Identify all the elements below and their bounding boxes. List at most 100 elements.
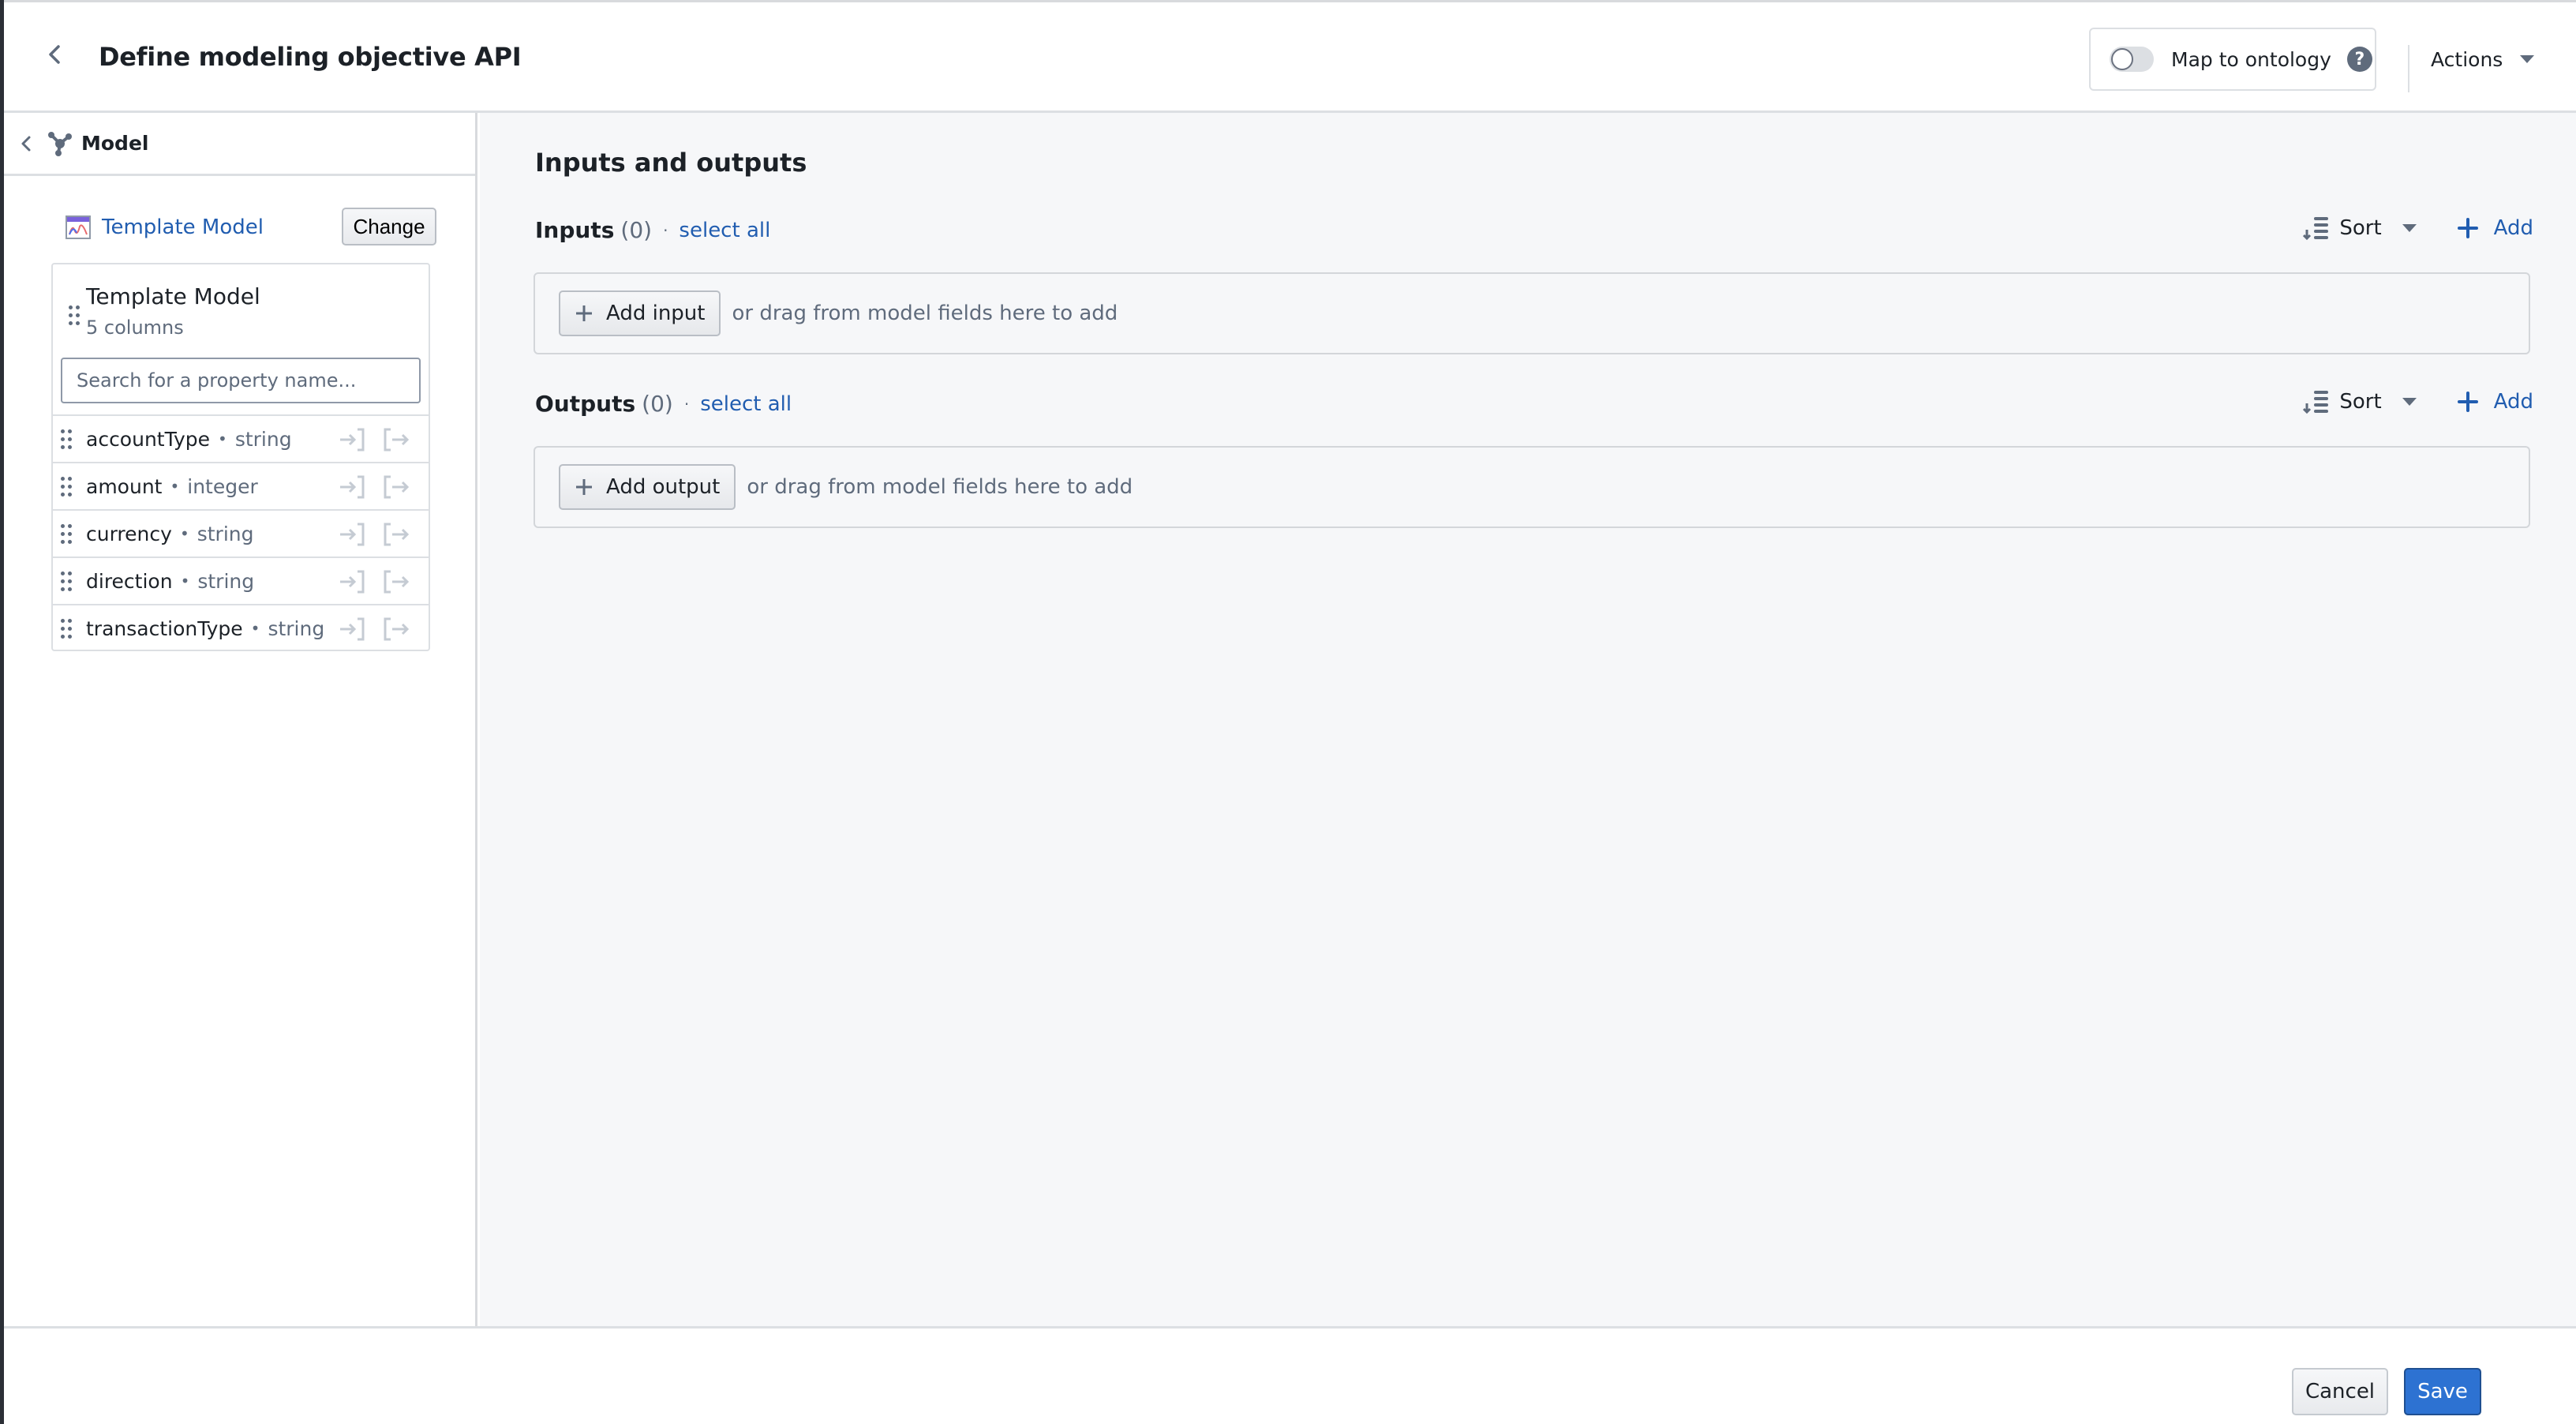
inputs-tools: Sort Add [2303,215,2533,241]
sidebar-section-label: Model [81,132,149,155]
inputs-count: (0) [620,217,653,243]
drag-handle-icon[interactable] [69,305,80,325]
inputs-select-all-link[interactable]: select all [679,219,770,242]
actions-label: Actions [2431,47,2503,71]
add-as-input-icon[interactable] [339,522,365,547]
inputs-outputs-panel: Inputs and outputs Inputs (0) · select a… [480,113,2576,1326]
inputs-label: Inputs [535,217,615,243]
add-as-input-icon[interactable] [339,427,365,452]
add-as-input-icon[interactable] [339,474,365,500]
chevron-left-icon [49,45,60,64]
back-button[interactable] [39,39,70,70]
add-output-label: Add output [606,475,721,499]
field-actions [339,616,410,642]
add-input-label: Add input [606,302,706,325]
model-fields-card: Template Model 5 columns accountType • s… [51,263,430,651]
plus-icon [2457,218,2478,238]
caret-down-icon [2402,398,2417,406]
window-left-edge [0,0,4,1424]
drag-handle-icon[interactable] [61,571,72,591]
add-label: Add [2493,390,2533,414]
sort-label: Sort [2339,390,2382,414]
separator-dot: · [663,220,668,240]
caret-down-icon [2402,224,2417,232]
sort-icon [2303,217,2329,241]
map-to-ontology-toggle[interactable] [2110,47,2154,72]
sidebar-header: Model [4,113,475,176]
field-name: direction [86,569,173,593]
model-graph-icon [48,131,72,156]
help-icon[interactable]: ? [2346,47,2372,72]
drag-handle-icon[interactable] [61,523,72,544]
field-row[interactable]: transactionType • string [53,604,429,651]
field-name: amount [86,474,163,498]
drag-handle-icon[interactable] [61,618,72,639]
save-button[interactable]: Save [2404,1368,2481,1415]
add-as-output-icon[interactable] [383,427,410,452]
outputs-drop-hint: or drag from model fields here to add [747,475,1133,499]
caret-down-icon [2520,55,2535,63]
separator-dot: • [180,571,190,590]
inputs-add-button[interactable]: Add [2457,216,2533,240]
separator-dot: · [683,394,690,414]
outputs-count: (0) [642,391,673,417]
separator-dot: • [250,619,260,638]
plus-icon [576,305,592,321]
inputs-drop-hint: or drag from model fields here to add [732,302,1118,325]
field-name: currency [86,522,172,545]
model-card-column-count: 5 columns [86,317,184,339]
toggle-knob [2111,48,2133,70]
field-row[interactable]: amount • integer [53,462,429,509]
add-as-input-icon[interactable] [339,569,365,594]
outputs-section-header: Outputs (0) · select all [535,391,792,417]
field-type: string [197,522,254,545]
inputs-sort-button[interactable]: Sort [2303,215,2417,241]
chevron-left-icon[interactable] [20,134,32,153]
add-output-button[interactable]: Add output [559,464,736,510]
header-divider [2408,45,2409,92]
property-search-input[interactable] [61,358,421,403]
inputs-drop-zone[interactable]: Add input or drag from model fields here… [534,272,2530,354]
outputs-tools: Sort Add [2303,389,2533,414]
add-as-output-icon[interactable] [383,474,410,500]
outputs-select-all-link[interactable]: select all [700,392,792,416]
main-title: Inputs and outputs [535,148,807,178]
drag-handle-icon[interactable] [61,429,72,449]
map-to-ontology-label: Map to ontology [2171,47,2331,71]
outputs-drop-zone[interactable]: Add output or drag from model fields her… [534,446,2530,528]
cancel-button[interactable]: Cancel [2292,1368,2388,1415]
add-as-input-icon[interactable] [339,616,365,642]
map-to-ontology-control: Map to ontology ? [2089,28,2376,91]
outputs-sort-button[interactable]: Sort [2303,389,2417,414]
field-name: transactionType [86,616,243,640]
separator-dot: • [218,429,227,448]
model-sidebar: Model Template Model Change Template Mod… [4,113,477,1326]
model-template-icon [66,215,91,239]
change-model-button[interactable]: Change [342,208,436,245]
separator-dot: • [179,524,189,543]
outputs-add-button[interactable]: Add [2457,390,2533,414]
page-header: Define modeling objective API Map to ont… [4,2,2576,113]
plus-icon [576,479,592,495]
sort-label: Sort [2339,216,2382,240]
field-row[interactable]: direction • string [53,556,429,604]
add-as-output-icon[interactable] [383,616,410,642]
outputs-label: Outputs [535,391,636,417]
field-row[interactable]: accountType • string [53,414,429,462]
field-row[interactable]: currency • string [53,509,429,556]
sort-icon [2303,391,2329,414]
actions-menu-button[interactable]: Actions [2431,43,2535,75]
add-input-button[interactable]: Add input [559,290,721,336]
model-card-header: Template Model 5 columns [53,264,429,353]
field-actions [339,522,410,547]
page-title: Define modeling objective API [99,42,522,72]
model-selection-row: Template Model Change [66,208,436,247]
page-footer: Cancel Save [4,1326,2576,1424]
model-card-title: Template Model [86,283,260,309]
drag-handle-icon[interactable] [61,476,72,497]
add-as-output-icon[interactable] [383,522,410,547]
field-list: accountType • string amount • integer cu… [53,414,429,651]
model-link[interactable]: Template Model [102,215,264,239]
add-as-output-icon[interactable] [383,569,410,594]
field-actions [339,569,410,594]
